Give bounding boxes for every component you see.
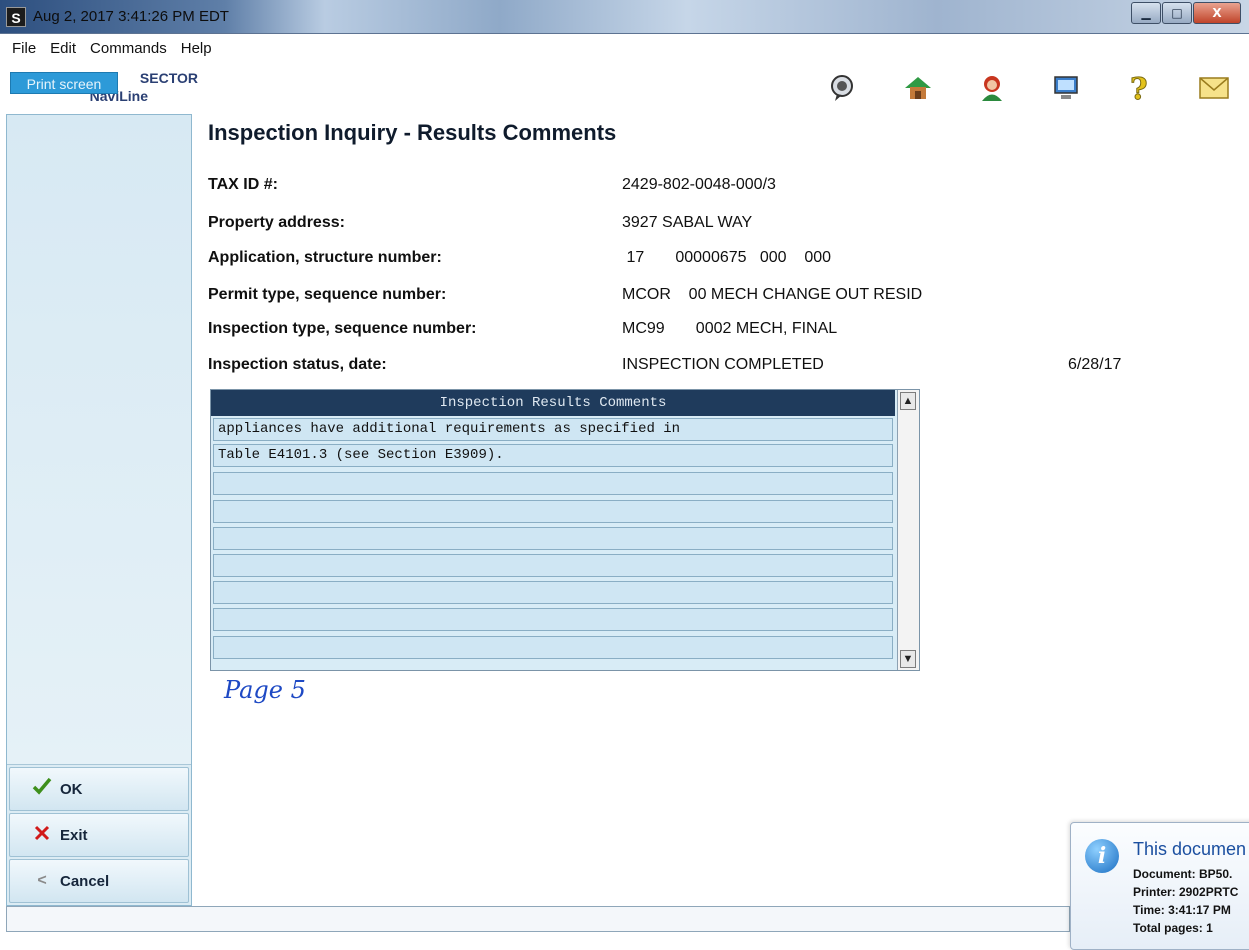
back-arrow-icon: < (37, 872, 47, 889)
notification-document: Document: BP50. (1133, 867, 1233, 881)
comments-grid-header: Inspection Results Comments (211, 390, 895, 416)
person-icon[interactable] (976, 72, 1008, 104)
ok-button[interactable]: OK (9, 767, 189, 811)
notification-time: Time: 3:41:17 PM (1133, 903, 1231, 917)
page-title: Inspection Inquiry - Results Comments (208, 120, 617, 145)
notification-title: This documen (1133, 839, 1247, 859)
sidebar: OK Exit < Cancel (6, 114, 192, 906)
notification-pages: Total pages: 1 (1133, 921, 1213, 935)
checkmark-icon (32, 777, 52, 801)
comment-row[interactable]: Table E4101.3 (see Section E3909). (213, 444, 893, 467)
exit-label: Exit (60, 826, 88, 844)
menu-commands[interactable]: Commands (90, 40, 167, 62)
inspection-type-value: MC99 0002 MECH, FINAL (622, 320, 838, 337)
menu-help[interactable]: Help (181, 40, 212, 62)
question-icon[interactable]: ? (1124, 72, 1156, 104)
application-label: Application, structure number: (208, 249, 442, 266)
maximize-button[interactable]: □ (1162, 2, 1192, 24)
comment-row[interactable] (213, 500, 893, 523)
app-icon: S (6, 7, 26, 27)
comment-row[interactable] (213, 581, 893, 604)
inspection-status-value: INSPECTION COMPLETED (622, 356, 824, 373)
window-title: Aug 2, 2017 3:41:26 PM EDT (33, 8, 229, 25)
window-controls: ▁ □ X (1130, 2, 1241, 26)
sidebar-panel (7, 115, 191, 765)
cancel-label: Cancel (60, 872, 110, 890)
comments-scrollbar[interactable]: ▲ ▼ (897, 390, 919, 670)
minimize-button[interactable]: ▁ (1131, 2, 1161, 24)
computer-icon[interactable] (1050, 72, 1082, 104)
tax-id-label: TAX ID #: (208, 176, 278, 193)
menu-edit[interactable]: Edit (50, 40, 76, 62)
scroll-up-icon[interactable]: ▲ (900, 392, 916, 410)
comment-row[interactable] (213, 527, 893, 550)
scroll-down-icon[interactable]: ▼ (900, 650, 916, 668)
permit-type-value: MCOR 00 MECH CHANGE OUT RESID (622, 286, 923, 303)
speech-bubble-icon[interactable] (826, 72, 858, 104)
close-button[interactable]: X (1193, 2, 1241, 24)
property-address-value: 3927 SABAL WAY (622, 214, 753, 231)
handwritten-page-note: Page 5 (224, 676, 306, 704)
status-bar (6, 906, 1070, 932)
comment-row[interactable] (213, 608, 893, 631)
print-notification[interactable]: i This documen Document: BP50. Printer: … (1070, 822, 1249, 950)
property-address-label: Property address: (208, 214, 345, 231)
application-value: 17 00000675 000 000 (622, 249, 832, 266)
notification-printer: Printer: 2902PRTC (1133, 885, 1239, 899)
comments-grid: Inspection Results Comments ▲ ▼ applianc… (210, 389, 920, 671)
x-icon (32, 824, 52, 847)
inspection-status-label: Inspection status, date: (208, 356, 387, 373)
house-icon[interactable] (902, 72, 934, 104)
svg-text:?: ? (1130, 73, 1148, 103)
exit-button[interactable]: Exit (9, 813, 189, 857)
info-icon: i (1085, 839, 1119, 873)
ok-label: OK (60, 780, 83, 798)
tax-id-value: 2429-802-0048-000/3 (622, 176, 776, 193)
comment-row[interactable] (213, 472, 893, 495)
menu-bar: File Edit Commands Help (0, 40, 212, 62)
cancel-button[interactable]: < Cancel (9, 859, 189, 903)
menu-file[interactable]: File (12, 40, 36, 62)
comment-row[interactable]: appliances have additional requirements … (213, 418, 893, 441)
comment-row[interactable] (213, 636, 893, 659)
inspection-date-value: 6/28/17 (1068, 356, 1122, 373)
toolbar: ? (0, 72, 1249, 108)
inspection-type-label: Inspection type, sequence number: (208, 320, 477, 337)
envelope-icon[interactable] (1198, 72, 1230, 104)
comment-row[interactable] (213, 554, 893, 577)
permit-type-label: Permit type, sequence number: (208, 286, 447, 303)
title-bar: S Aug 2, 2017 3:41:26 PM EDT ▁ □ X (0, 0, 1249, 34)
